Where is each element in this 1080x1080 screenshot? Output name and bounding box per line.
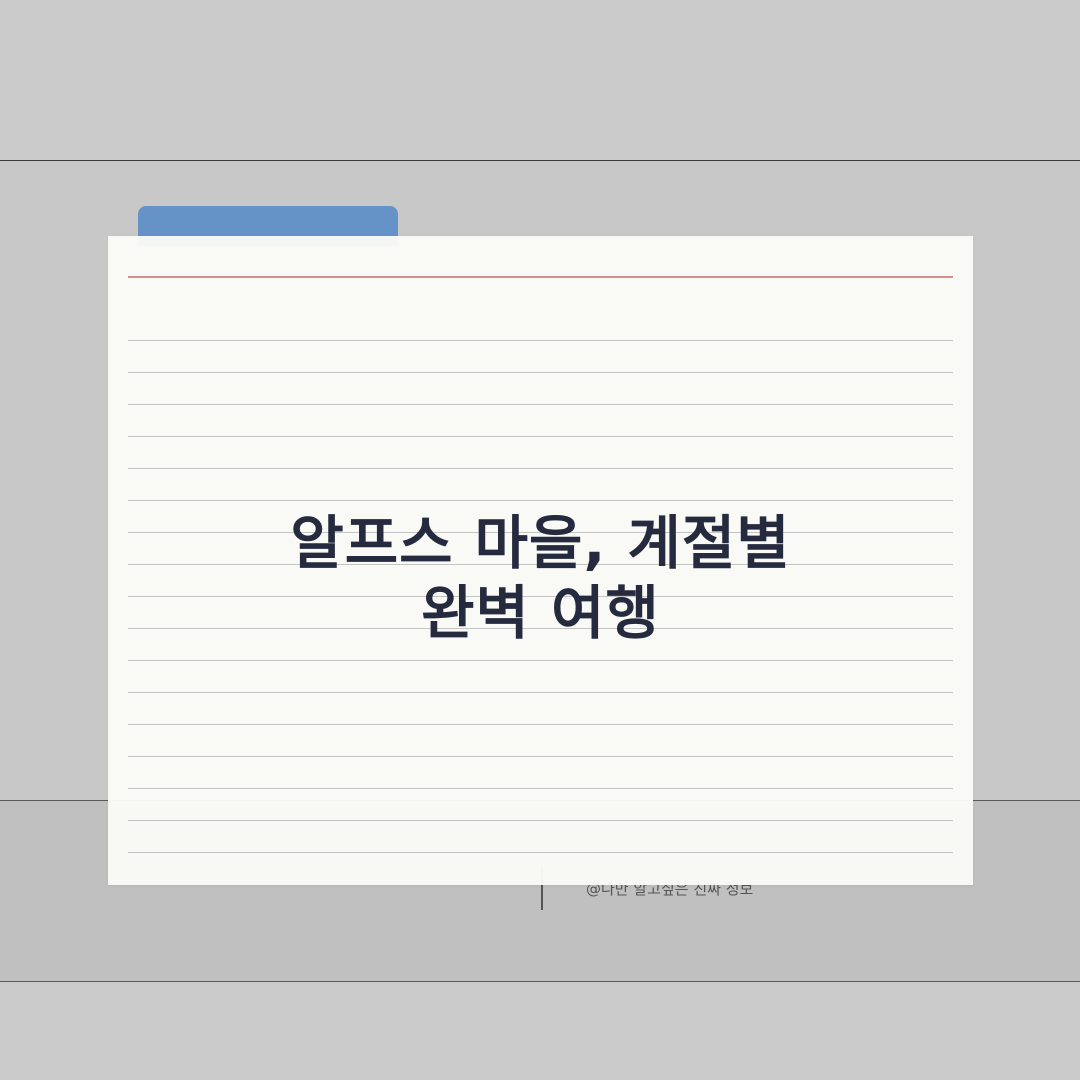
canvas: @나만 알고싶은 진짜 정보 알프스 마을, 계절별 완벽 여행 xyxy=(0,0,1080,1080)
ruled-line xyxy=(128,788,953,789)
ruled-line xyxy=(128,724,953,725)
ruled-line xyxy=(128,500,953,501)
top-band xyxy=(0,0,1080,161)
ruled-line xyxy=(128,340,953,341)
ruled-line xyxy=(128,756,953,757)
bottom-band xyxy=(0,982,1080,1080)
ruled-line xyxy=(128,852,953,853)
title-line-1: 알프스 마을, 계절별 xyxy=(290,509,791,577)
ruled-line xyxy=(128,692,953,693)
title-line-2: 완벽 여행 xyxy=(421,579,660,647)
page-title: 알프스 마을, 계절별 완벽 여행 xyxy=(108,508,973,648)
ruled-line xyxy=(128,468,953,469)
lined-note-card: 알프스 마을, 계절별 완벽 여행 xyxy=(108,236,973,885)
ruled-line xyxy=(128,660,953,661)
ruled-line xyxy=(128,404,953,405)
ruled-line xyxy=(128,820,953,821)
ruled-line xyxy=(128,372,953,373)
margin-line xyxy=(128,276,953,278)
ruled-line xyxy=(128,436,953,437)
